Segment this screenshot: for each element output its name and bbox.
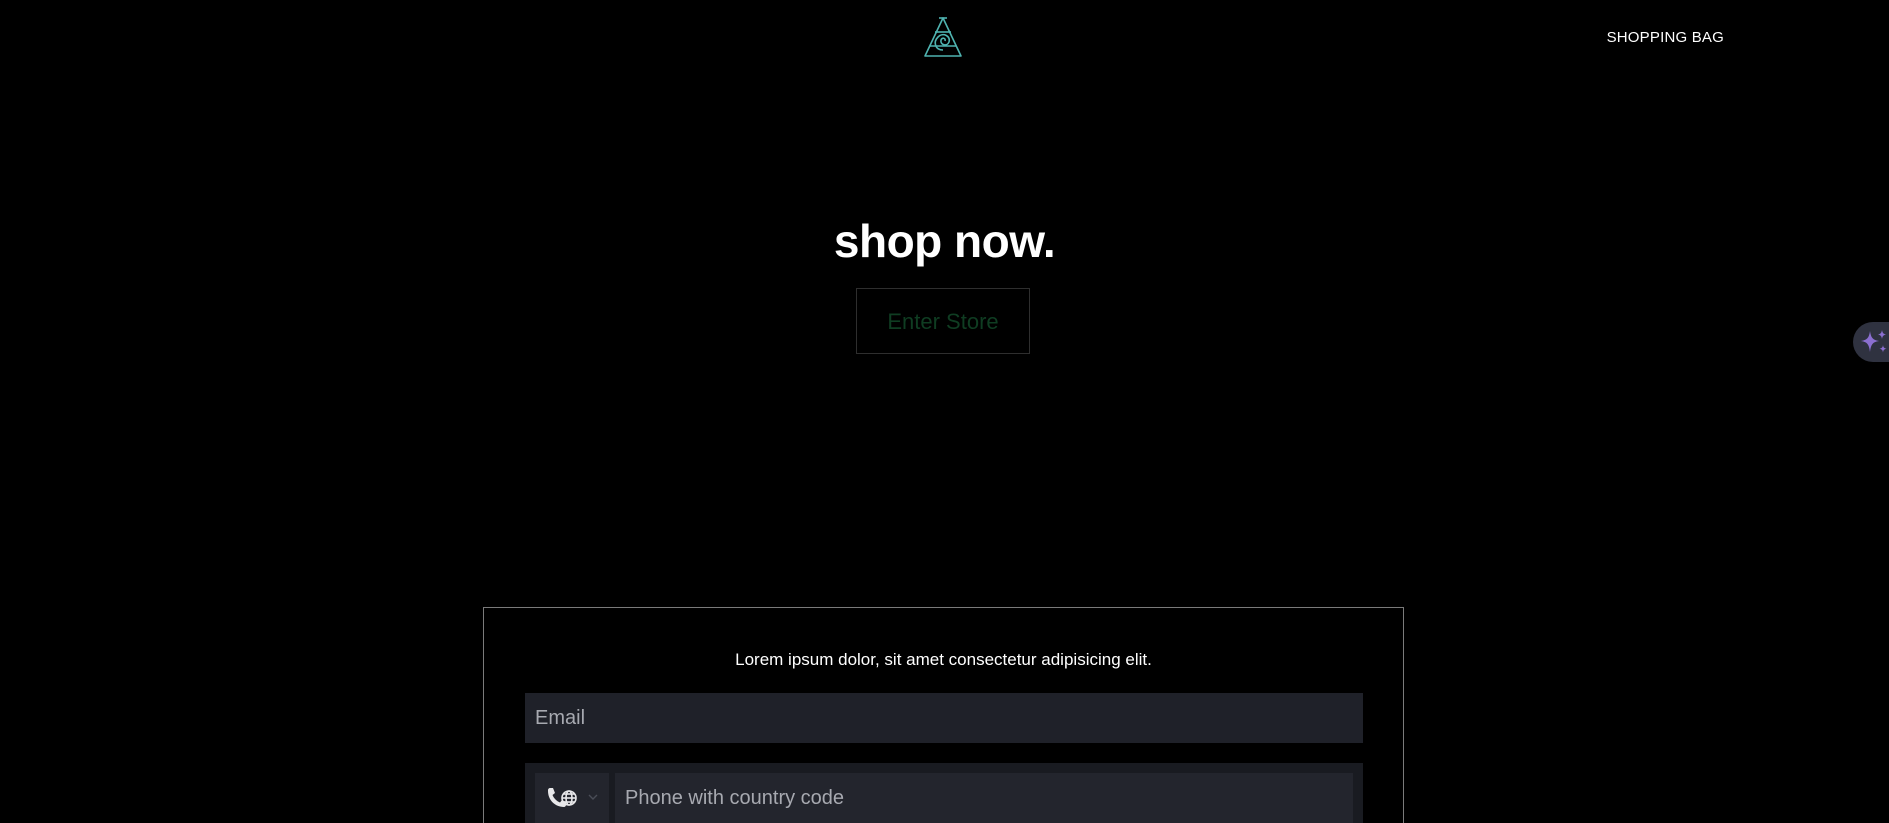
hero-title: shop now. bbox=[833, 215, 1056, 267]
signup-description: Lorem ipsum dolor, sit amet consectetur … bbox=[735, 650, 1152, 669]
phone-globe-icon bbox=[548, 788, 577, 807]
sparkle-icon bbox=[1861, 330, 1887, 353]
email-field[interactable] bbox=[525, 693, 1363, 743]
page: SHOPPING BAG shop now. Enter Store Lorem… bbox=[0, 0, 1889, 823]
signup-form: Lorem ipsum dolor, sit amet consectetur … bbox=[483, 607, 1404, 823]
ai-assistant-button[interactable] bbox=[1853, 322, 1889, 362]
cone-spiral-logo-icon bbox=[924, 17, 962, 57]
logo[interactable] bbox=[921, 16, 965, 58]
enter-store-button[interactable]: Enter Store bbox=[856, 288, 1030, 354]
phone-row bbox=[525, 763, 1363, 823]
chevron-down-icon bbox=[588, 794, 598, 800]
phone-field[interactable] bbox=[615, 773, 1353, 823]
country-code-select[interactable] bbox=[535, 773, 609, 823]
shopping-bag-link[interactable]: SHOPPING BAG bbox=[1607, 29, 1724, 46]
